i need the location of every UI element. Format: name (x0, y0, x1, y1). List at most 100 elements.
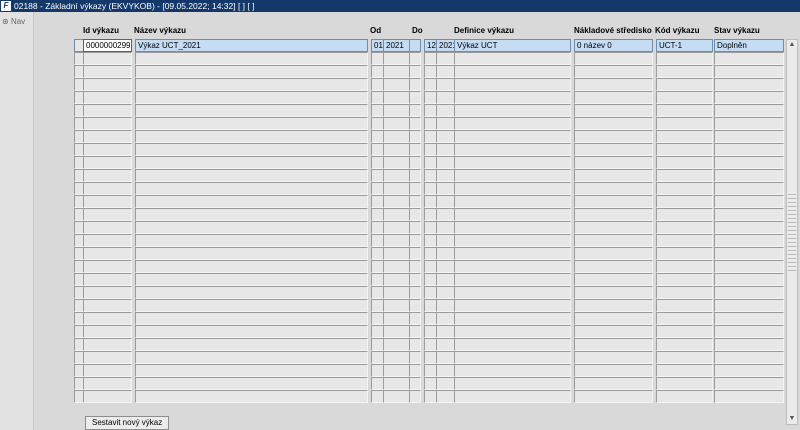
cell-cost-center[interactable] (574, 338, 653, 351)
table-row[interactable] (74, 364, 787, 377)
cell-name[interactable] (135, 234, 368, 247)
cell-id[interactable] (83, 156, 132, 169)
cell-cost-center[interactable] (574, 377, 653, 390)
cell-status[interactable] (714, 286, 784, 299)
cell-cost-center[interactable]: 0 název 0 (574, 39, 653, 52)
cell-code[interactable] (656, 156, 713, 169)
cell-name[interactable] (135, 221, 368, 234)
cell-id[interactable] (83, 65, 132, 78)
cell-id[interactable] (83, 390, 132, 403)
cell-status[interactable] (714, 273, 784, 286)
table-row[interactable] (74, 169, 787, 182)
cell-id[interactable] (83, 130, 132, 143)
cell-sp1[interactable] (409, 247, 421, 260)
table-row[interactable] (74, 91, 787, 104)
cell-sp1[interactable] (409, 390, 421, 403)
cell-definition[interactable]: Výkaz UCT (454, 39, 571, 52)
cell-od-year[interactable] (383, 286, 410, 299)
cell-status[interactable] (714, 208, 784, 221)
cell-id[interactable] (83, 104, 132, 117)
cell-definition[interactable] (454, 390, 571, 403)
table-row[interactable] (74, 104, 787, 117)
cell-definition[interactable] (454, 156, 571, 169)
cell-name[interactable] (135, 52, 368, 65)
cell-sp1[interactable] (409, 286, 421, 299)
cell-cost-center[interactable] (574, 390, 653, 403)
cell-name[interactable] (135, 208, 368, 221)
table-row[interactable] (74, 312, 787, 325)
cell-code[interactable] (656, 247, 713, 260)
cell-cost-center[interactable] (574, 286, 653, 299)
cell-code[interactable] (656, 221, 713, 234)
cell-sp1[interactable] (409, 221, 421, 234)
cell-od-year[interactable] (383, 169, 410, 182)
cell-od-year[interactable] (383, 104, 410, 117)
table-row[interactable] (74, 351, 787, 364)
cell-status[interactable]: Doplněn (714, 39, 784, 52)
cell-name[interactable] (135, 65, 368, 78)
cell-status[interactable] (714, 78, 784, 91)
cell-cost-center[interactable] (574, 234, 653, 247)
cell-od-year[interactable] (383, 221, 410, 234)
cell-name[interactable] (135, 390, 368, 403)
cell-name[interactable] (135, 273, 368, 286)
cell-name[interactable] (135, 364, 368, 377)
cell-od-year[interactable] (383, 208, 410, 221)
table-row[interactable] (74, 234, 787, 247)
cell-definition[interactable] (454, 273, 571, 286)
cell-od-year[interactable] (383, 312, 410, 325)
cell-cost-center[interactable] (574, 78, 653, 91)
cell-cost-center[interactable] (574, 325, 653, 338)
cell-cost-center[interactable] (574, 221, 653, 234)
cell-id[interactable] (83, 312, 132, 325)
cell-od-year[interactable] (383, 260, 410, 273)
cell-definition[interactable] (454, 117, 571, 130)
cell-name[interactable] (135, 260, 368, 273)
cell-id[interactable] (83, 338, 132, 351)
cell-sp1[interactable] (409, 104, 421, 117)
cell-status[interactable] (714, 260, 784, 273)
cell-definition[interactable] (454, 91, 571, 104)
cell-od-year[interactable] (383, 390, 410, 403)
cell-name[interactable] (135, 117, 368, 130)
cell-cost-center[interactable] (574, 273, 653, 286)
arrow-down-icon[interactable]: ▼ (787, 414, 797, 424)
cell-code[interactable] (656, 182, 713, 195)
table-row[interactable] (74, 195, 787, 208)
cell-status[interactable] (714, 143, 784, 156)
cell-status[interactable] (714, 52, 784, 65)
cell-od-year[interactable] (383, 65, 410, 78)
cell-code[interactable] (656, 312, 713, 325)
cell-name[interactable] (135, 247, 368, 260)
cell-cost-center[interactable] (574, 260, 653, 273)
cell-sp1[interactable] (409, 39, 421, 52)
cell-name[interactable] (135, 182, 368, 195)
cell-definition[interactable] (454, 286, 571, 299)
cell-name[interactable] (135, 351, 368, 364)
cell-name[interactable] (135, 143, 368, 156)
cell-sp1[interactable] (409, 208, 421, 221)
table-row[interactable] (74, 52, 787, 65)
cell-definition[interactable] (454, 299, 571, 312)
cell-definition[interactable] (454, 325, 571, 338)
cell-code[interactable] (656, 169, 713, 182)
cell-definition[interactable] (454, 195, 571, 208)
cell-od-year[interactable] (383, 299, 410, 312)
cell-od-year[interactable]: 2021 (383, 39, 410, 52)
cell-sp1[interactable] (409, 156, 421, 169)
cell-code[interactable] (656, 273, 713, 286)
cell-status[interactable] (714, 351, 784, 364)
cell-name[interactable] (135, 377, 368, 390)
cell-cost-center[interactable] (574, 104, 653, 117)
cell-definition[interactable] (454, 364, 571, 377)
cell-sp1[interactable] (409, 78, 421, 91)
create-report-button[interactable]: Sestavit nový výkaz (85, 416, 170, 430)
arrow-up-icon[interactable]: ▲ (787, 40, 797, 50)
cell-code[interactable] (656, 299, 713, 312)
cell-status[interactable] (714, 390, 784, 403)
cell-sp1[interactable] (409, 117, 421, 130)
table-row[interactable] (74, 286, 787, 299)
table-row[interactable] (74, 325, 787, 338)
cell-status[interactable] (714, 364, 784, 377)
cell-definition[interactable] (454, 52, 571, 65)
